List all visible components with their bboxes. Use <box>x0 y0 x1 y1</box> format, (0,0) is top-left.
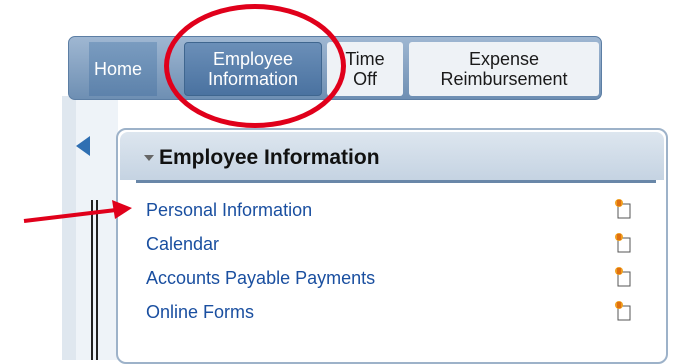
annotation-arrow <box>23 200 132 223</box>
